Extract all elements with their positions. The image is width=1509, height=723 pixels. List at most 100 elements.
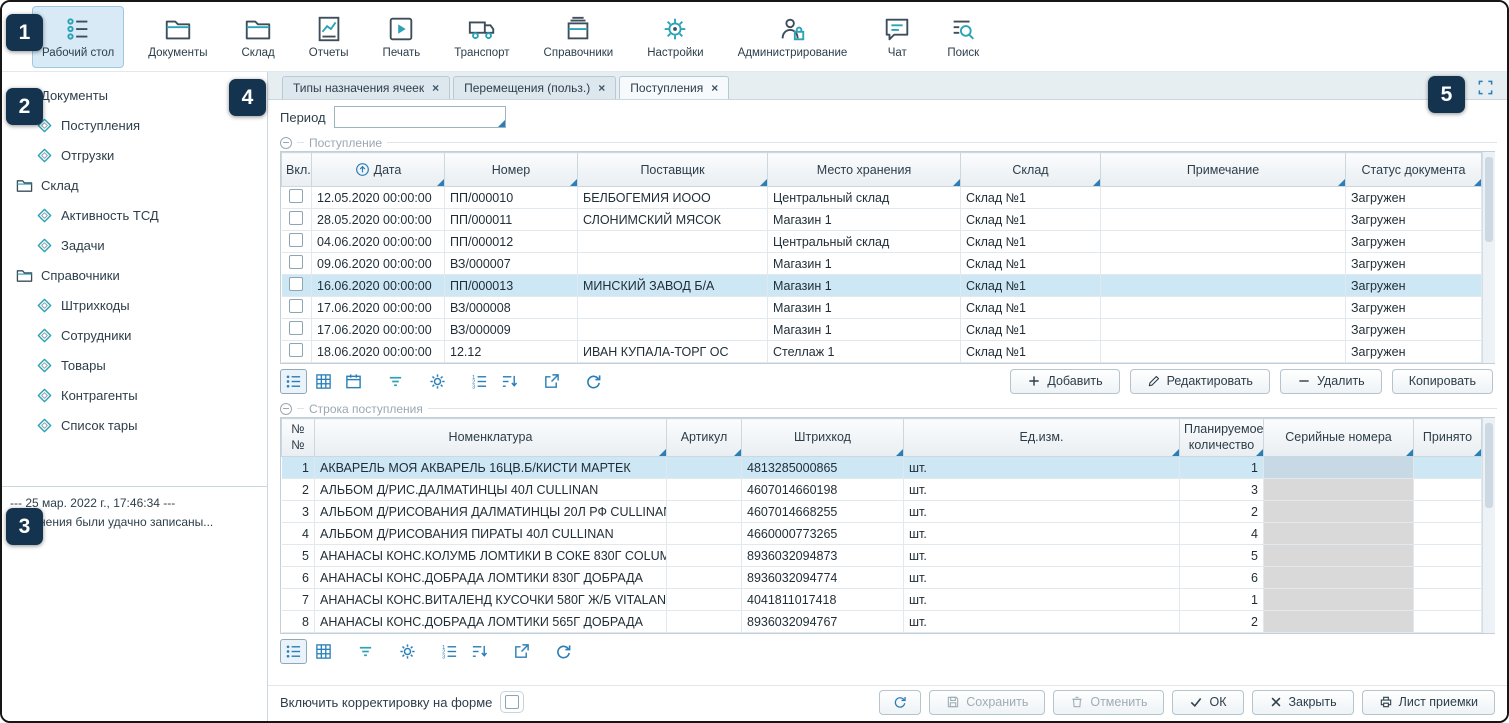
collapse-icon[interactable]: [280, 137, 292, 149]
column-header-status[interactable]: Статус документа: [1346, 153, 1482, 187]
receipt-row[interactable]: 28.05.2020 00:00:00 ПП/000011 СЛОНИМСКИЙ…: [282, 209, 1482, 231]
numbering-button[interactable]: [466, 369, 493, 394]
scrollbar-thumb[interactable]: [1485, 423, 1493, 508]
save-button[interactable]: Сохранить: [929, 690, 1045, 715]
column-header-planned-qty[interactable]: Планируемое количество: [1180, 419, 1264, 457]
refresh-button[interactable]: [550, 639, 577, 664]
refresh-button[interactable]: [879, 690, 921, 715]
close-tab-icon[interactable]: ×: [432, 82, 439, 94]
sidebar-item-containers[interactable]: Список тары: [2, 410, 267, 440]
receipt-row[interactable]: 04.06.2020 00:00:00 ПП/000012 Центральны…: [282, 231, 1482, 253]
line-row[interactable]: 8 АНАНАСЫ КОНС.ДОБРАДА ЛОМТИКИ 565Г ДОБР…: [282, 611, 1482, 633]
delete-button[interactable]: Удалить: [1280, 369, 1382, 394]
receipt-row[interactable]: 09.06.2020 00:00:00 ВЗ/000007 Магазин 1 …: [282, 253, 1482, 275]
settings-button[interactable]: [424, 369, 451, 394]
line-row[interactable]: 5 АНАНАСЫ КОНС.КОЛУМБ ЛОМТИКИ В СОКЕ 830…: [282, 545, 1482, 567]
receipt-row[interactable]: 12.05.2020 00:00:00 ПП/000010 БЕЛБОГЕМИЯ…: [282, 187, 1482, 209]
numbering-button[interactable]: [436, 639, 463, 664]
collapse-icon[interactable]: [280, 403, 292, 415]
add-button[interactable]: Добавить: [1010, 369, 1119, 394]
copy-button[interactable]: Копировать: [1392, 369, 1493, 394]
sidebar-item-goods[interactable]: Товары: [2, 350, 267, 380]
line-row[interactable]: 7 АНАНАСЫ КОНС.ВИТАЛЕНД КУСОЧКИ 580Г Ж/Б…: [282, 589, 1482, 611]
column-header-number[interactable]: Номер: [445, 153, 578, 187]
sort-button[interactable]: [466, 639, 493, 664]
sidebar-folder-references[interactable]: Справочники: [2, 260, 267, 290]
line-row[interactable]: 6 АНАНАСЫ КОНС.ДОБРАДА ЛОМТИКИ 830Г ДОБР…: [282, 567, 1482, 589]
row-include-checkbox[interactable]: [289, 211, 303, 225]
receipt-row[interactable]: 18.06.2020 00:00:00 12.12 ИВАН КУПАЛА-ТО…: [282, 341, 1482, 363]
line-row[interactable]: 1 АКВАРЕЛЬ МОЯ АКВАРЕЛЬ 16ЦВ.Б/КИСТИ МАР…: [282, 457, 1482, 479]
vertical-scrollbar[interactable]: [1482, 152, 1495, 363]
sort-button[interactable]: [496, 369, 523, 394]
toolbar-item-search[interactable]: Поиск: [937, 6, 989, 68]
close-tab-icon[interactable]: ×: [598, 82, 605, 94]
tab-movements-user[interactable]: Перемещения (польз.) ×: [453, 76, 616, 99]
toolbar-item-documents[interactable]: Документы: [138, 6, 217, 68]
toolbar-item-reports[interactable]: Отчеты: [299, 6, 359, 68]
column-header-accepted[interactable]: Принято: [1414, 419, 1482, 457]
correction-checkbox[interactable]: [505, 695, 519, 709]
fullscreen-button[interactable]: [1475, 77, 1495, 97]
tab-receipts[interactable]: Поступления ×: [619, 76, 729, 99]
column-header-location[interactable]: Место хранения: [768, 153, 961, 187]
acceptance-sheet-button[interactable]: Лист приемки: [1362, 690, 1495, 715]
toolbar-item-administration[interactable]: Администрирование: [728, 6, 858, 68]
toolbar-item-desktop[interactable]: Рабочий стол: [32, 6, 124, 68]
column-header-include[interactable]: Вкл.: [282, 153, 312, 187]
column-header-line-number[interactable]: № №: [282, 419, 315, 457]
receipt-row[interactable]: 17.06.2020 00:00:00 ВЗ/000009 Магазин 1 …: [282, 319, 1482, 341]
toolbar-item-settings[interactable]: Настройки: [637, 6, 713, 68]
sidebar-item-tsd-activity[interactable]: Активность ТСД: [2, 200, 267, 230]
toolbar-item-transport[interactable]: Транспорт: [444, 6, 519, 68]
vertical-scrollbar[interactable]: [1482, 418, 1495, 633]
line-row[interactable]: 4 АЛЬБОМ Д/РИСОВАНИЯ ПИРАТЫ 40Л CULLINAN…: [282, 523, 1482, 545]
row-include-checkbox[interactable]: [289, 277, 303, 291]
column-header-nomenclature[interactable]: Номенклатура: [315, 419, 667, 457]
view-grid-button[interactable]: [310, 369, 337, 394]
sidebar-item-contractors[interactable]: Контрагенты: [2, 380, 267, 410]
row-include-checkbox[interactable]: [289, 189, 303, 203]
sidebar-folder-warehouse[interactable]: Склад: [2, 170, 267, 200]
refresh-button[interactable]: [580, 369, 607, 394]
edit-button[interactable]: Редактировать: [1130, 369, 1270, 394]
sidebar-item-shipments[interactable]: Отгрузки: [2, 140, 267, 170]
period-input[interactable]: [335, 107, 505, 127]
close-button[interactable]: Закрыть: [1252, 690, 1354, 715]
column-header-note[interactable]: Примечание: [1101, 153, 1346, 187]
export-button[interactable]: [538, 369, 565, 394]
receipt-row[interactable]: 17.06.2020 00:00:00 ВЗ/000008 Магазин 1 …: [282, 297, 1482, 319]
toolbar-item-print[interactable]: Печать: [373, 6, 431, 68]
filter-button[interactable]: [352, 639, 379, 664]
view-grid-button[interactable]: [310, 639, 337, 664]
sidebar-item-employees[interactable]: Сотрудники: [2, 320, 267, 350]
column-header-barcode[interactable]: Штрихкод: [742, 419, 904, 457]
view-calendar-button[interactable]: [340, 369, 367, 394]
receipt-row[interactable]: 16.06.2020 00:00:00 ПП/000013 МИНСКИЙ ЗА…: [282, 275, 1482, 297]
tab-cell-purpose-types[interactable]: Типы назначения ячеек ×: [282, 76, 450, 99]
toolbar-item-references[interactable]: Справочники: [534, 6, 624, 68]
toolbar-item-warehouse[interactable]: Склад: [231, 6, 284, 68]
column-header-warehouse[interactable]: Склад: [961, 153, 1101, 187]
row-include-checkbox[interactable]: [289, 343, 303, 357]
view-list-button[interactable]: [280, 639, 307, 664]
sidebar-item-barcodes[interactable]: Штрихкоды: [2, 290, 267, 320]
row-include-checkbox[interactable]: [289, 233, 303, 247]
toolbar-item-chat[interactable]: Чат: [871, 6, 923, 68]
scrollbar-thumb[interactable]: [1485, 157, 1493, 242]
column-header-article[interactable]: Артикул: [667, 419, 742, 457]
close-tab-icon[interactable]: ×: [711, 82, 718, 94]
line-row[interactable]: 3 АЛЬБОМ Д/РИСОВАНИЯ ДАЛМАТИНЦЫ 20Л РФ C…: [282, 501, 1482, 523]
export-button[interactable]: [508, 639, 535, 664]
filter-button[interactable]: [382, 369, 409, 394]
row-include-checkbox[interactable]: [289, 299, 303, 313]
ok-button[interactable]: ОК: [1172, 690, 1243, 715]
column-header-supplier[interactable]: Поставщик: [578, 153, 768, 187]
row-include-checkbox[interactable]: [289, 255, 303, 269]
column-header-date[interactable]: Дата: [312, 153, 445, 187]
cancel-button[interactable]: Отменить: [1053, 690, 1164, 715]
column-header-serial-numbers[interactable]: Серийные номера: [1264, 419, 1414, 457]
row-include-checkbox[interactable]: [289, 321, 303, 335]
line-row[interactable]: 2 АЛЬБОМ Д/РИС.ДАЛМАТИНЦЫ 40Л CULLINAN 4…: [282, 479, 1482, 501]
column-header-unit[interactable]: Ед.изм.: [904, 419, 1180, 457]
